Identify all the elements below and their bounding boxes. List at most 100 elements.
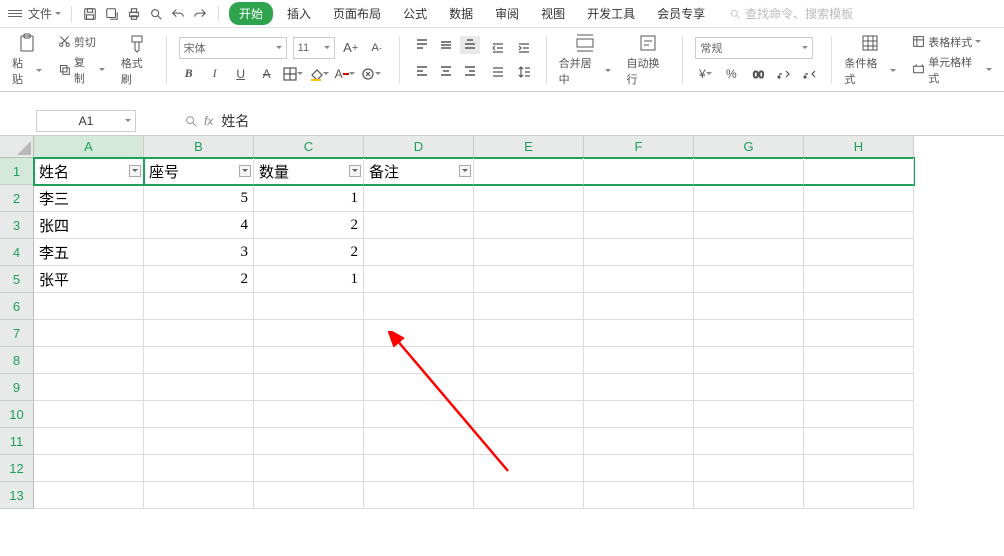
col-header-E[interactable]: E	[474, 136, 584, 158]
row-header[interactable]: 9	[0, 374, 34, 401]
increase-font-button[interactable]: A+	[341, 39, 361, 57]
cell[interactable]	[474, 158, 584, 185]
cell[interactable]	[364, 185, 474, 212]
cell[interactable]	[144, 401, 254, 428]
cell[interactable]	[804, 239, 914, 266]
cell[interactable]	[254, 293, 364, 320]
cell[interactable]: 1	[254, 266, 364, 293]
cell[interactable]	[584, 266, 694, 293]
filter-dropdown-icon[interactable]	[459, 165, 471, 177]
cell[interactable]	[34, 320, 144, 347]
cell[interactable]	[144, 320, 254, 347]
cell[interactable]: 座号	[144, 158, 254, 185]
align-top[interactable]	[412, 36, 432, 54]
name-box[interactable]: A1	[36, 110, 136, 132]
cell[interactable]	[364, 239, 474, 266]
cell[interactable]	[804, 374, 914, 401]
filter-dropdown-icon[interactable]	[349, 165, 361, 177]
indent-decrease[interactable]	[488, 39, 508, 57]
cell[interactable]: 2	[144, 266, 254, 293]
cell[interactable]	[34, 374, 144, 401]
hamburger-icon[interactable]	[8, 10, 22, 17]
underline-button[interactable]: U	[231, 65, 251, 83]
tab-review[interactable]: 审阅	[487, 1, 527, 26]
cell[interactable]	[34, 293, 144, 320]
filter-dropdown-icon[interactable]	[239, 165, 251, 177]
cell[interactable]	[804, 266, 914, 293]
cell[interactable]	[694, 212, 804, 239]
cell[interactable]	[364, 428, 474, 455]
row-header[interactable]: 13	[0, 482, 34, 509]
align-center[interactable]	[436, 62, 456, 80]
cell[interactable]	[694, 158, 804, 185]
save-as-icon[interactable]	[104, 6, 120, 22]
cell[interactable]	[364, 482, 474, 509]
formula-input[interactable]: 姓名	[213, 111, 1004, 131]
cell[interactable]	[254, 428, 364, 455]
cell[interactable]	[804, 482, 914, 509]
cell[interactable]: 3	[144, 239, 254, 266]
cell[interactable]	[144, 374, 254, 401]
cell[interactable]	[584, 293, 694, 320]
cell[interactable]	[364, 401, 474, 428]
phonetic-button[interactable]	[361, 65, 381, 83]
cell[interactable]	[254, 374, 364, 401]
cut-button[interactable]: 剪切	[58, 34, 96, 50]
copy-button[interactable]: 复制	[58, 54, 105, 86]
cell[interactable]	[694, 293, 804, 320]
cell[interactable]	[584, 158, 694, 185]
cell[interactable]	[254, 401, 364, 428]
cell[interactable]	[694, 428, 804, 455]
save-icon[interactable]	[82, 6, 98, 22]
cell[interactable]	[584, 374, 694, 401]
cell[interactable]: 5	[144, 185, 254, 212]
cell[interactable]	[144, 293, 254, 320]
cell[interactable]: 张平	[34, 266, 144, 293]
cell[interactable]: 2	[254, 212, 364, 239]
fill-color-button[interactable]	[309, 65, 329, 83]
cell[interactable]	[804, 347, 914, 374]
col-header-G[interactable]: G	[694, 136, 804, 158]
cell[interactable]: 姓名	[34, 158, 144, 185]
tab-vip[interactable]: 会员专享	[649, 1, 713, 26]
fx-label[interactable]: fx	[204, 114, 213, 128]
cell[interactable]	[474, 212, 584, 239]
cell[interactable]	[474, 320, 584, 347]
cell[interactable]	[804, 212, 914, 239]
cell[interactable]	[584, 347, 694, 374]
col-header-A[interactable]: A	[34, 136, 144, 158]
select-all-corner[interactable]	[0, 136, 34, 158]
wrap-text-button[interactable]: 自动换行	[627, 33, 671, 87]
cell[interactable]	[254, 455, 364, 482]
row-header[interactable]: 8	[0, 347, 34, 374]
row-header[interactable]: 7	[0, 320, 34, 347]
tab-insert[interactable]: 插入	[279, 1, 319, 26]
cell[interactable]	[34, 482, 144, 509]
cell[interactable]	[474, 185, 584, 212]
cell[interactable]	[144, 482, 254, 509]
align-right[interactable]	[460, 62, 480, 80]
comma-button[interactable]: 000	[747, 65, 767, 83]
cell[interactable]	[254, 320, 364, 347]
cell[interactable]	[364, 374, 474, 401]
cell[interactable]: 2	[254, 239, 364, 266]
cell[interactable]: 李五	[34, 239, 144, 266]
cell[interactable]	[804, 185, 914, 212]
cell[interactable]	[474, 266, 584, 293]
cell[interactable]	[364, 212, 474, 239]
cell[interactable]	[694, 266, 804, 293]
cell[interactable]	[474, 293, 584, 320]
row-header[interactable]: 10	[0, 401, 34, 428]
line-spacing[interactable]	[514, 63, 534, 81]
cell[interactable]	[364, 266, 474, 293]
tab-view[interactable]: 视图	[533, 1, 573, 26]
undo-icon[interactable]	[170, 6, 186, 22]
tab-data[interactable]: 数据	[441, 1, 481, 26]
filter-dropdown-icon[interactable]	[129, 165, 141, 177]
cell[interactable]: 1	[254, 185, 364, 212]
cell[interactable]	[34, 401, 144, 428]
tab-start[interactable]: 开始	[229, 2, 273, 25]
decrease-font-button[interactable]: A-	[367, 39, 387, 57]
col-header-D[interactable]: D	[364, 136, 474, 158]
orientation[interactable]	[488, 63, 508, 81]
